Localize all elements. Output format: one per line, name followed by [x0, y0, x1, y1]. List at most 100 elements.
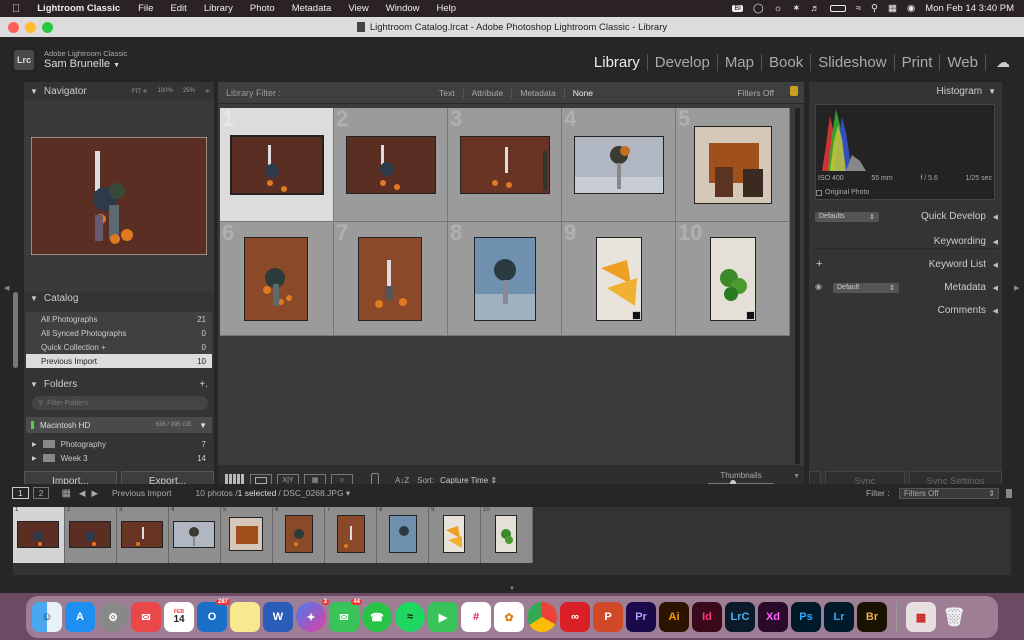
spotify-icon[interactable]: ≈ — [395, 602, 425, 632]
grid-cell[interactable]: 10 — [676, 222, 790, 336]
filmstrip-cell[interactable]: 9 — [429, 507, 481, 563]
catalog-item[interactable]: All Synced Photographs 0 — [26, 326, 212, 340]
menu-metadata[interactable]: Metadata — [292, 3, 332, 14]
grid-cell[interactable]: 8 — [448, 222, 562, 336]
navigator-preview[interactable] — [24, 100, 214, 292]
messages-icon[interactable]: ✉ 44 — [329, 599, 362, 632]
datetime[interactable]: Mon Feb 14 3:40 PM — [925, 3, 1014, 14]
cloud-sync-icon[interactable]: ☼ — [774, 3, 783, 14]
eye-icon[interactable]: ◉ — [815, 282, 822, 291]
grid-cell[interactable]: 6 — [220, 222, 334, 336]
catalog-item[interactable]: Quick Collection + 0 — [26, 340, 212, 354]
filter-text[interactable]: Text — [431, 87, 464, 98]
back-arrow-icon[interactable]: ◀ — [79, 488, 86, 499]
calendar-icon[interactable]: FEB 14 — [164, 602, 194, 632]
facetime-icon[interactable]: ▶ — [428, 602, 458, 632]
metadata-preset-select[interactable]: Default ⇕ — [833, 283, 899, 293]
close-window-button[interactable] — [8, 22, 19, 33]
add-keyword-button[interactable]: + — [816, 258, 822, 270]
illustrator-icon[interactable]: Ai — [659, 602, 689, 632]
trash-icon[interactable]: 🗑 — [939, 602, 969, 632]
filmstrip-cell[interactable]: 2 — [65, 507, 117, 563]
menu-photo[interactable]: Photo — [250, 3, 275, 14]
menu-window[interactable]: Window — [386, 3, 420, 14]
volume-row[interactable]: Macintosh HD 638 / 995 GB ▼ — [26, 417, 212, 433]
keywording-row[interactable]: Keywording ◀ — [809, 233, 1002, 251]
lightroom-classic-icon[interactable]: LrC — [725, 602, 755, 632]
module-book[interactable]: Book — [762, 54, 812, 71]
catalog-header[interactable]: ▼ Catalog — [24, 292, 214, 304]
app-store-icon[interactable]: A — [65, 602, 95, 632]
quick-develop-preset-select[interactable]: Defaults ⇕ — [815, 212, 879, 222]
zoom-more[interactable]: ≑ — [205, 88, 210, 95]
module-web[interactable]: Web — [940, 54, 986, 71]
maximize-window-button[interactable] — [42, 22, 53, 33]
disclosure-triangle-icon[interactable]: ▶ — [32, 441, 37, 448]
powerpoint-icon[interactable]: P — [593, 602, 623, 632]
left-scrollbar[interactable] — [13, 292, 18, 368]
zoom-25[interactable]: 25% — [183, 88, 195, 95]
collapse-filmstrip-icon[interactable]: ▼ — [509, 586, 515, 592]
folder-item[interactable]: ▶ Photography 7 — [26, 437, 212, 451]
collapse-left-panel-icon[interactable]: ◀ — [4, 284, 9, 292]
apple-menu-icon[interactable]:  — [12, 3, 20, 15]
page-1-button[interactable]: 1 — [12, 487, 29, 499]
outlook-icon[interactable]: O 287 — [197, 599, 230, 632]
filmstrip-cell[interactable]: 6 — [273, 507, 325, 563]
toolbar-options-icon[interactable]: ▼ — [793, 473, 800, 480]
collapse-right-panel-icon[interactable]: ▶ — [1014, 284, 1019, 292]
grid-icon[interactable]: ▦ — [61, 488, 70, 499]
volume-icon[interactable]: ♬ — [810, 3, 820, 14]
grid-scrollbar[interactable] — [795, 108, 800, 464]
minimize-window-button[interactable] — [25, 22, 36, 33]
app-menu[interactable]: Lightroom Classic — [37, 3, 120, 14]
histogram-display[interactable]: ISO 400 55 mm f / 5.6 1/25 sec Original … — [815, 104, 995, 200]
indesign-icon[interactable]: Id — [692, 602, 722, 632]
zoom-100[interactable]: 100% — [158, 88, 173, 95]
grid-cell[interactable]: 9 — [562, 222, 676, 336]
filmstrip-cell[interactable]: 8 — [377, 507, 429, 563]
system-preferences-icon[interactable]: ⚙ — [98, 602, 128, 632]
filmstrip-cell[interactable]: 3 — [117, 507, 169, 563]
premiere-icon[interactable]: Pr — [626, 602, 656, 632]
wifi-icon[interactable]: ≈ — [856, 3, 861, 14]
menu-help[interactable]: Help — [437, 3, 457, 14]
grid-cell[interactable]: 5 — [676, 108, 790, 222]
grid-cell[interactable]: 3 — [448, 108, 562, 222]
folder-filter-field[interactable]: ⚲ Filter Folders — [32, 396, 208, 410]
downloads-stack-icon[interactable]: ▦ — [906, 602, 936, 632]
notes-icon[interactable] — [230, 602, 260, 632]
filters-status[interactable]: Filters Off — [737, 88, 774, 98]
module-print[interactable]: Print — [895, 54, 941, 71]
selected-file[interactable]: / DSC_0268.JPG ▾ — [278, 488, 350, 499]
filmstrip-lock-icon[interactable] — [1006, 488, 1012, 498]
comments-row[interactable]: Comments ◀ — [809, 302, 1002, 320]
grid-cell-selected[interactable]: 1 — [220, 108, 334, 222]
module-slideshow[interactable]: Slideshow — [811, 54, 895, 71]
original-photo-checkbox[interactable] — [816, 189, 822, 196]
menu-edit[interactable]: Edit — [170, 3, 186, 14]
disclosure-triangle-icon[interactable]: ▶ — [32, 455, 37, 462]
bd-icon[interactable]: BI — [732, 5, 743, 12]
filmstrip-cell[interactable]: 4 — [169, 507, 221, 563]
battery-icon[interactable] — [829, 5, 846, 12]
histogram-header[interactable]: Histogram ▼ — [809, 82, 1002, 100]
filter-none[interactable]: None — [565, 88, 601, 98]
catalog-item-selected[interactable]: Previous Import 10 — [26, 354, 212, 368]
metadata-row[interactable]: ◉ Default ⇕ Metadata ◀ — [809, 279, 1002, 297]
quick-develop-row[interactable]: Defaults ⇕ Quick Develop ◀ — [809, 208, 1002, 226]
grid-cell[interactable]: 2 — [334, 108, 448, 222]
word-icon[interactable]: W — [263, 602, 293, 632]
airmail-icon[interactable]: ✉ — [131, 602, 161, 632]
navigator-header[interactable]: ▼ Navigator FIT ≑ 100% 25% ≑ — [24, 82, 214, 100]
page-2-button[interactable]: 2 — [32, 487, 50, 499]
bridge-icon[interactable]: Br — [857, 602, 887, 632]
menu-view[interactable]: View — [348, 3, 368, 14]
filmstrip-cell[interactable]: 10 — [481, 507, 533, 563]
module-library[interactable]: Library — [587, 54, 648, 71]
filter-attribute[interactable]: Attribute — [464, 87, 513, 98]
finder-icon[interactable]: ☺ — [32, 602, 62, 632]
folders-header[interactable]: ▼ Folders +. — [24, 375, 214, 393]
filmstrip-cell[interactable]: 7 — [325, 507, 377, 563]
filmstrip-source[interactable]: Previous Import — [112, 488, 172, 498]
